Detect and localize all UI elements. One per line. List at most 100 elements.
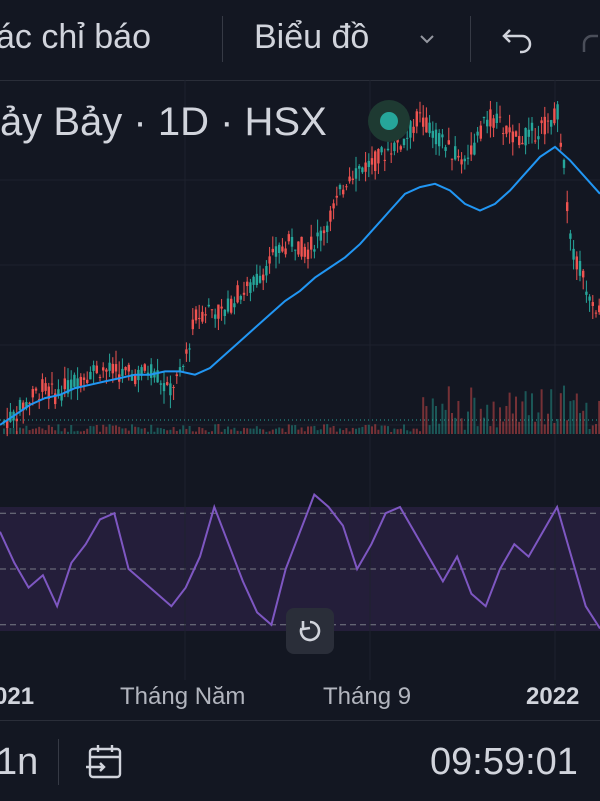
candle-body — [335, 195, 338, 198]
candle-body — [585, 291, 588, 295]
candle-body — [127, 364, 130, 372]
volume-bar — [111, 425, 114, 434]
candle-body — [319, 230, 322, 241]
volume-bar — [175, 430, 178, 434]
candle-body — [412, 126, 415, 133]
candle-body — [31, 389, 34, 398]
candle-body — [41, 379, 44, 392]
volume-bar — [47, 425, 50, 434]
volume-bar — [79, 431, 82, 434]
candle-body — [418, 112, 422, 114]
volume-bar — [6, 428, 9, 434]
volume-bar — [521, 401, 524, 434]
volume-bar — [233, 427, 236, 434]
volume-bar — [191, 431, 194, 434]
volume-bar — [419, 431, 421, 434]
chart-type-label: Biểu đồ — [254, 18, 370, 56]
candle-body — [406, 137, 409, 139]
candle-body — [460, 159, 463, 165]
volume-bar — [463, 429, 466, 434]
volume-bar — [147, 431, 149, 434]
candle-body — [367, 160, 370, 168]
volume-bar — [425, 406, 428, 434]
volume-bar — [483, 417, 485, 434]
volume-bar — [166, 430, 169, 434]
volume-bar — [323, 424, 325, 434]
volume-bar — [236, 430, 239, 434]
candle-body — [114, 364, 118, 372]
volume-bar — [67, 431, 69, 434]
volume-bar — [572, 400, 575, 434]
bottom-divider — [58, 739, 59, 785]
volume-bar — [137, 427, 140, 434]
candle-body — [364, 162, 367, 172]
volume-bar — [95, 424, 98, 434]
x-axis-label: Tháng Năm — [120, 683, 246, 710]
candle-body — [402, 138, 406, 146]
volume-bar — [582, 410, 585, 434]
clock-time: 09:59:01 — [430, 741, 578, 783]
volume-bar — [204, 430, 207, 434]
volume-bar — [441, 403, 444, 434]
volume-bar — [371, 426, 373, 434]
volume-bar — [543, 424, 546, 434]
volume-bar — [271, 429, 274, 434]
candle-body — [166, 382, 169, 385]
chart-type-button[interactable]: Biểu đồ — [254, 0, 444, 80]
volume-bar — [131, 424, 133, 434]
interval-button[interactable]: 1n — [0, 741, 38, 784]
candle-body — [450, 158, 454, 160]
volume-bar — [518, 421, 521, 434]
volume-bar — [460, 418, 463, 434]
candle-body — [217, 304, 220, 319]
redo-icon[interactable] — [578, 24, 600, 56]
volume-bar — [527, 415, 530, 434]
candle-body — [431, 130, 434, 138]
candle-body — [415, 111, 418, 127]
candle-body — [553, 108, 556, 124]
volume-bar — [73, 431, 76, 434]
candle-body — [182, 365, 185, 367]
volume-bar — [102, 424, 105, 434]
volume-bar — [575, 393, 578, 434]
undo-icon[interactable] — [500, 24, 536, 56]
volume-bar — [511, 413, 514, 434]
volume-bar — [140, 428, 143, 434]
volume-bar — [585, 402, 588, 434]
symbol-legend[interactable]: ảy Bảy · 1D · HSX — [0, 100, 327, 145]
candle-body — [505, 125, 508, 134]
candle-body — [121, 368, 124, 377]
candle-body — [255, 273, 258, 286]
volume-bar — [390, 431, 393, 434]
volume-bar — [508, 392, 511, 434]
volume-bar — [268, 431, 271, 434]
candle-body — [374, 151, 377, 171]
volume-bar — [223, 429, 226, 434]
candle-body — [492, 118, 495, 128]
candle-body — [486, 119, 489, 127]
calendar-range-icon[interactable] — [84, 743, 126, 781]
chevron-down-icon — [420, 35, 434, 44]
candle-body — [550, 120, 553, 127]
volume-bar — [22, 428, 25, 434]
candle-body — [274, 246, 278, 257]
volume-bar — [499, 407, 501, 434]
candle-body — [214, 314, 217, 319]
volume-bar — [479, 408, 482, 434]
indicators-button[interactable]: ác chỉ báo — [0, 18, 151, 57]
candle-body — [249, 282, 252, 293]
candle-body — [591, 302, 594, 306]
volume-bar — [54, 430, 57, 434]
reset-chart-button[interactable] — [286, 608, 334, 654]
candle-body — [543, 116, 546, 135]
toolbar-divider — [470, 16, 471, 62]
volume-bar — [310, 426, 313, 434]
candle-body — [313, 249, 316, 252]
volume-bar — [89, 425, 92, 434]
volume-bar — [505, 405, 508, 434]
candle-body — [306, 249, 310, 259]
volume-bar — [364, 425, 367, 434]
volume-bar — [252, 428, 255, 434]
candle-body — [79, 376, 82, 386]
candle-body — [345, 186, 348, 188]
